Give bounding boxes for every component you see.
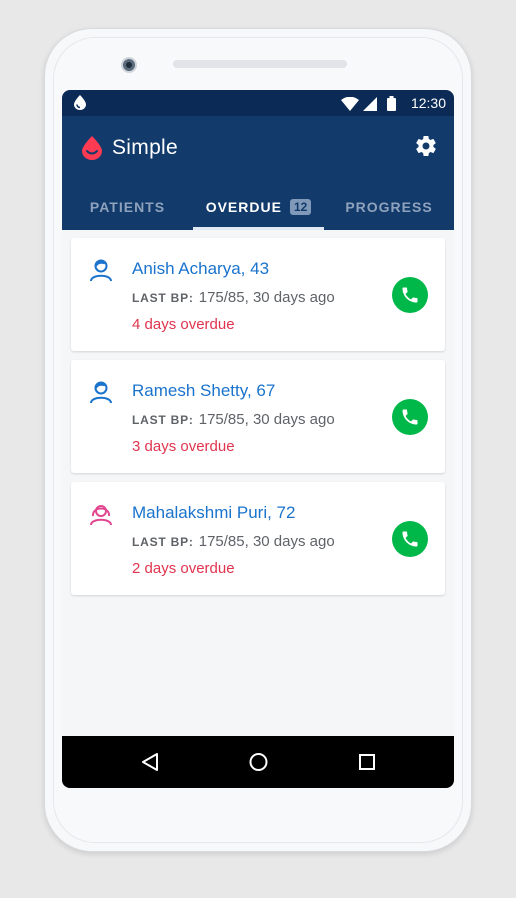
logo-icon <box>82 136 102 165</box>
overdue-count-badge: 12 <box>289 199 312 215</box>
patient-card[interactable]: Ramesh Shetty, 67 LAST BP: 175/85, 30 day… <box>71 360 445 473</box>
overdue-list: Anish Acharya, 43 LAST BP: 175/85, 30 day… <box>71 238 445 604</box>
overdue-text: 2 days overdue <box>132 560 235 577</box>
tab-bar: PATIENTS OVERDUE 12 PROGRESS <box>62 184 454 230</box>
overdue-text: 4 days overdue <box>132 316 235 333</box>
patient-name[interactable]: Ramesh Shetty, 67 <box>132 381 275 401</box>
tab-overdue[interactable]: OVERDUE 12 <box>193 184 324 230</box>
male-avatar-icon <box>89 258 113 287</box>
wifi-icon <box>341 96 359 114</box>
last-bp-label: LAST BP: <box>132 413 194 427</box>
recents-icon[interactable] <box>358 752 376 777</box>
male-avatar-icon <box>89 380 113 409</box>
tab-progress[interactable]: PROGRESS <box>324 184 454 230</box>
app-title: Simple <box>112 136 178 159</box>
tab-label: OVERDUE <box>205 199 282 215</box>
patient-name[interactable]: Anish Acharya, 43 <box>132 259 269 279</box>
patient-card[interactable]: Anish Acharya, 43 LAST BP: 175/85, 30 day… <box>71 238 445 351</box>
overdue-text: 3 days overdue <box>132 438 235 455</box>
last-bp: LAST BP: 175/85, 30 days ago <box>132 533 335 550</box>
app-bar: Simple PATIENTS OVERDUE 12 PROGRESS <box>62 116 454 230</box>
call-button[interactable] <box>392 521 428 557</box>
last-bp: LAST BP: 175/85, 30 days ago <box>132 411 335 428</box>
drop-icon <box>74 95 86 113</box>
tab-patients[interactable]: PATIENTS <box>62 184 193 230</box>
call-button[interactable] <box>392 399 428 435</box>
last-bp-value: 175/85, 30 days ago <box>198 533 335 550</box>
patient-card[interactable]: Mahalakshmi Puri, 72 LAST BP: 175/85, 30 … <box>71 482 445 595</box>
call-button[interactable] <box>392 277 428 313</box>
phone-icon <box>402 409 418 425</box>
phone-icon <box>402 287 418 303</box>
last-bp-value: 175/85, 30 days ago <box>198 289 335 306</box>
battery-icon <box>387 96 396 114</box>
back-icon[interactable] <box>141 752 159 777</box>
tab-label: PATIENTS <box>89 199 166 215</box>
patient-name[interactable]: Mahalakshmi Puri, 72 <box>132 503 295 523</box>
last-bp: LAST BP: 175/85, 30 days ago <box>132 289 335 306</box>
speaker-grille <box>173 60 347 68</box>
signal-icon <box>363 96 377 114</box>
screen: 12:30 Simple PATIENTS OVERDUE 12 PROGRES… <box>62 90 454 788</box>
system-nav-bar <box>62 736 454 788</box>
last-bp-label: LAST BP: <box>132 535 194 549</box>
front-camera <box>121 57 137 73</box>
tab-label: PROGRESS <box>345 199 433 215</box>
status-bar: 12:30 <box>62 90 454 116</box>
gear-icon[interactable] <box>414 134 438 163</box>
female-avatar-icon <box>89 502 113 531</box>
last-bp-label: LAST BP: <box>132 291 194 305</box>
status-time: 12:30 <box>410 95 446 111</box>
phone-icon <box>402 531 418 547</box>
tab-indicator <box>193 227 324 230</box>
home-icon[interactable] <box>249 752 268 777</box>
last-bp-value: 175/85, 30 days ago <box>198 411 335 428</box>
